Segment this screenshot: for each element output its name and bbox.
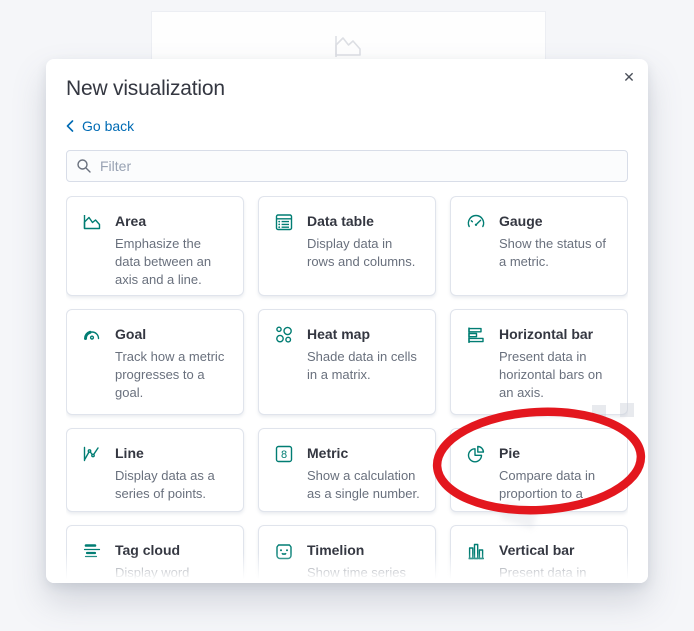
viz-card-title: Heat map [307,326,371,342]
viz-card-heat-map[interactable]: Heat map Shade data in cells in a matrix… [258,309,436,415]
screen: ✕ New visualization Go back Area Emphasi… [0,0,694,631]
viz-card-area[interactable]: Area Emphasize the data between an axis … [66,196,244,296]
viz-card-title: Pie [499,445,521,461]
viz-card-description: Display data as a series of points. [115,468,215,501]
area-chart-icon [81,211,103,233]
pie-chart-icon [465,443,487,465]
viz-card-description: Present data in vertical bars on an axis… [499,565,587,580]
viz-card-description: Show the status of a metric. [499,236,606,269]
go-back-label: Go back [82,118,135,134]
viz-card-description: Present data in horizontal bars on an ax… [499,349,603,400]
viz-card-title: Gauge [499,213,543,229]
heat-map-icon [273,324,295,346]
viz-card-gauge[interactable]: Gauge Show the status of a metric. [450,196,628,296]
viz-card-metric[interactable]: 8 Metric Show a calculation as a single … [258,428,436,512]
viz-card-title: Data table [307,213,374,229]
visualization-type-grid: Area Emphasize the data between an axis … [66,196,628,580]
viz-card-description: Shade data in cells in a matrix. [307,349,417,382]
viz-card-line[interactable]: Line Display data as a series of points. [66,428,244,512]
metric-icon: 8 [273,443,295,465]
data-table-icon [273,211,295,233]
viz-card-title: Timelion [307,542,365,558]
goal-icon [81,324,103,346]
viz-card-data-table[interactable]: Data table Display data in rows and colu… [258,196,436,296]
go-back-link[interactable]: Go back [66,118,134,134]
viz-card-timelion[interactable]: Timelion Show time series data on a grap… [258,525,436,580]
viz-card-title: Goal [115,326,147,342]
viz-card-tag-cloud[interactable]: Tag cloud Display word frequency with fo… [66,525,244,580]
viz-card-goal[interactable]: Goal Track how a metric progresses to a … [66,309,244,415]
viz-card-title: Metric [307,445,349,461]
viz-card-vertical-bar[interactable]: Vertical bar Present data in vertical ba… [450,525,628,580]
viz-card-title: Vertical bar [499,542,575,558]
new-visualization-modal: ✕ New visualization Go back Area Emphasi… [46,59,648,583]
viz-card-title: Horizontal bar [499,326,594,342]
filter-search-input[interactable] [66,150,628,182]
viz-card-title: Area [115,213,147,229]
viz-card-description: Emphasize the data between an axis and a… [115,236,212,287]
horizontal-bar-icon [465,324,487,346]
close-icon[interactable]: ✕ [618,66,640,88]
tag-cloud-icon [81,540,103,562]
viz-card-description: Track how a metric progresses to a goal. [115,349,225,400]
viz-card-description: Display word frequency with font size. [115,565,190,580]
metric-icon-digit: 8 [281,449,287,461]
viz-card-description: Compare data in proportion to a whole. [499,468,596,512]
modal-title: New visualization [66,77,225,100]
viz-card-description: Show a calculation as a single number. [307,468,420,501]
viz-card-horizontal-bar[interactable]: Horizontal bar Present data in horizonta… [450,309,628,415]
viz-card-title: Line [115,445,144,461]
viz-card-description: Show time series data on a graph. [307,565,406,580]
search-box [66,150,628,182]
timelion-icon [273,540,295,562]
viz-card-description: Display data in rows and columns. [307,236,416,269]
vertical-bar-icon [465,540,487,562]
viz-card-title: Tag cloud [115,542,181,558]
viz-card-pie[interactable]: Pie Compare data in proportion to a whol… [450,428,628,512]
gauge-icon [465,211,487,233]
line-chart-icon [81,443,103,465]
chevron-left-icon [66,120,74,132]
